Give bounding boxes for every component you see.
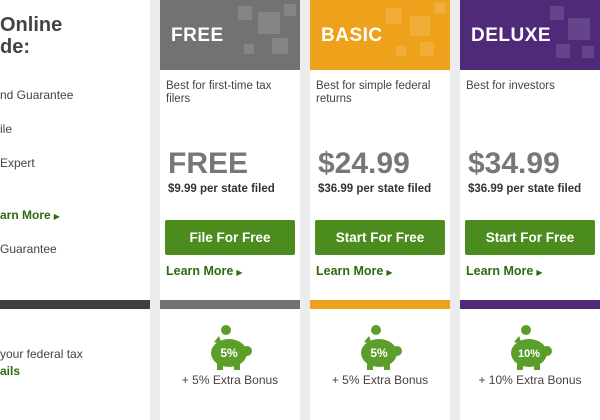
plan-name: BASIC [321, 25, 383, 46]
bonus-badge: 10% [518, 348, 540, 360]
start-for-free-button[interactable]: Start For Free [465, 220, 595, 255]
plan-description: Best for first-time tax filers [166, 80, 272, 105]
plan-name: DELUXE [471, 25, 552, 46]
features-learn-more-link[interactable]: arn More ▶ [0, 208, 60, 222]
features-panel: Online de: nd Guarantee ile Expert arn M… [0, 0, 150, 420]
chevron-right-icon: ▶ [386, 268, 393, 277]
file-for-free-button[interactable]: File For Free [165, 220, 295, 255]
plan-state-price: $36.99 per state filed [318, 183, 432, 195]
learn-more-link[interactable]: Learn More ▶ [166, 264, 243, 278]
plan-state-price: $36.99 per state filed [468, 183, 582, 195]
plan-state-price: $9.99 per state filed [168, 183, 275, 195]
bonus-badge: 5% [220, 346, 238, 360]
features-learn-more-label: arn More [0, 208, 51, 222]
plan-header-deluxe: DELUXE [460, 0, 600, 70]
bonus-description: your federal tax [0, 347, 83, 361]
plan-description: Best for investors [466, 80, 555, 92]
bonus-badge: 5% [370, 346, 388, 360]
chevron-right-icon: ▶ [236, 268, 243, 277]
plan-price: $24.99 [318, 147, 410, 180]
plan-column-deluxe: DELUXE Best for investors $34.99 $36.99 … [460, 0, 600, 420]
plan-color-bar [310, 300, 450, 309]
bonus-text: + 5% Extra Bonus [181, 373, 279, 387]
learn-more-label: Learn More [316, 264, 384, 278]
feature-item-guarantee: nd Guarantee [0, 88, 74, 102]
plan-header-free: FREE [160, 0, 300, 70]
plan-column-free: FREE Best for first-time tax filers FREE… [160, 0, 300, 420]
learn-more-link[interactable]: Learn More ▶ [466, 264, 543, 278]
plan-column-basic: BASIC Best for simple federal returns $2… [310, 0, 450, 420]
feature-item-file: ile [0, 122, 13, 136]
bonus-details-link[interactable]: ails [0, 364, 20, 378]
plan-price: FREE [168, 147, 249, 180]
bonus-text: + 10% Extra Bonus [478, 373, 582, 387]
start-for-free-button[interactable]: Start For Free [315, 220, 445, 255]
plan-name: FREE [171, 25, 224, 46]
features-title: Online de: [0, 14, 63, 58]
learn-more-label: Learn More [466, 264, 534, 278]
chevron-right-icon: ▶ [536, 268, 543, 277]
feature-item-expert: Expert [0, 156, 35, 170]
plan-color-bar [160, 300, 300, 309]
plan-price: $34.99 [468, 147, 560, 180]
feature-item-guarantee-2: Guarantee [0, 242, 57, 256]
plan-color-bar [460, 300, 600, 309]
piggy-bank-icon: 5% [211, 325, 252, 370]
chevron-right-icon: ▶ [53, 212, 60, 221]
piggy-bank-icon: 5% [361, 325, 402, 370]
bonus-text: + 5% Extra Bonus [331, 373, 429, 387]
features-divider-bar [0, 300, 150, 309]
plan-description: Best for simple federal returns [316, 80, 431, 105]
learn-more-label: Learn More [166, 264, 234, 278]
learn-more-link[interactable]: Learn More ▶ [316, 264, 393, 278]
plan-header-basic: BASIC [310, 0, 450, 70]
piggy-bank-icon: 10% [511, 325, 552, 370]
